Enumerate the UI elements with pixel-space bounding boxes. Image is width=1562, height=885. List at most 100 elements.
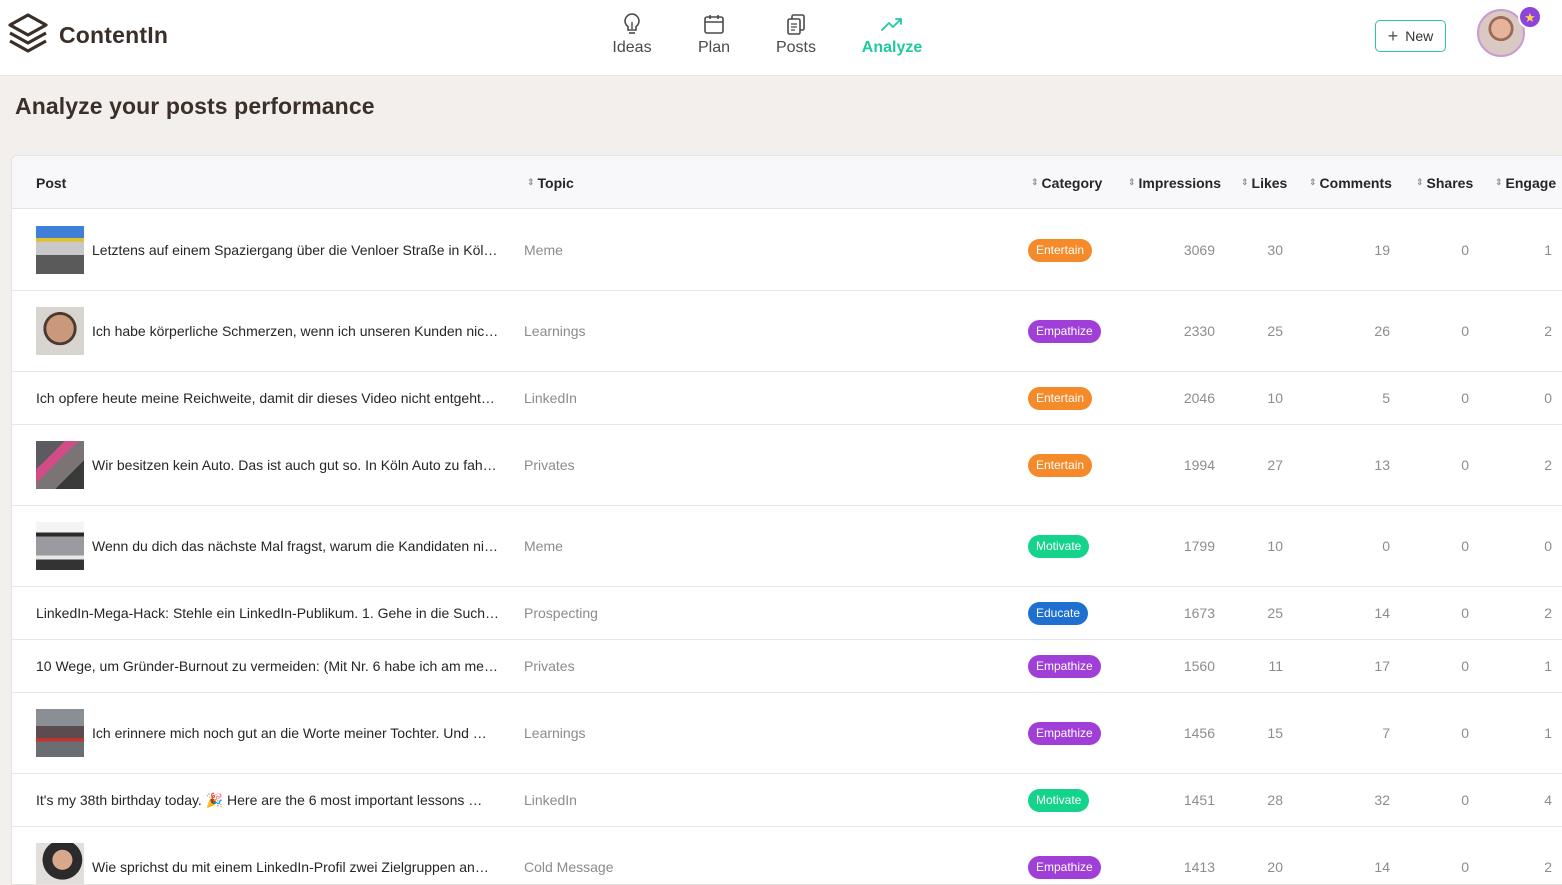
post-thumbnail [36, 441, 84, 489]
documents-icon [785, 12, 807, 36]
impressions-cell: 2330 [1183, 323, 1215, 339]
table-row[interactable]: Wir besitzen kein Auto. Das ist auch gut… [12, 425, 1562, 506]
nav-ideas-label: Ideas [612, 39, 652, 56]
comments-cell: 13 [1374, 457, 1390, 473]
post-text: Wie sprichst du mit einem LinkedIn-Profi… [92, 859, 489, 875]
sort-icon: ⇕ [527, 177, 535, 187]
impressions-cell: 1673 [1183, 605, 1215, 621]
app-logo[interactable]: ContentIn [7, 12, 168, 58]
new-button-label: New [1405, 28, 1434, 44]
nav-plan[interactable]: Plan [674, 12, 754, 62]
category-badge: Empathize [1028, 319, 1101, 343]
column-header-category-label: Category [1041, 174, 1103, 191]
shares-cell: 0 [1461, 390, 1469, 406]
impressions-cell: 1451 [1183, 792, 1215, 808]
nav-analyze-label: Analyze [861, 39, 923, 56]
likes-cell: 30 [1267, 242, 1283, 258]
column-header-impressions[interactable]: ⇕ Impressions [1128, 156, 1221, 209]
category-badge: Entertain [1028, 386, 1093, 410]
nav-posts-label: Posts [775, 39, 816, 56]
post-text: Ich erinnere mich noch gut an die Worte … [92, 725, 487, 741]
topic-cell: LinkedIn [524, 792, 577, 808]
post-text: Letztens auf einem Spaziergang über die … [92, 242, 500, 258]
engagement-cell: 1 [1544, 242, 1552, 258]
category-badge: Entertain [1028, 453, 1093, 477]
sort-icon: ⇕ [1495, 177, 1503, 187]
column-header-likes[interactable]: ⇕ Likes [1241, 156, 1287, 209]
shares-cell: 0 [1461, 658, 1469, 674]
shares-cell: 0 [1461, 605, 1469, 621]
shares-cell: 0 [1461, 859, 1469, 875]
sort-icon: ⇕ [1241, 177, 1249, 187]
topic-cell: Prospecting [524, 605, 598, 621]
impressions-cell: 3069 [1183, 242, 1215, 258]
column-header-topic[interactable]: ⇕ Topic [527, 156, 574, 209]
category-cell: Motivate [1028, 774, 1090, 826]
table-row[interactable]: Ich opfere heute meine Reichweite, damit… [12, 372, 1562, 425]
post-thumbnail [36, 226, 84, 274]
category-cell: Educate [1028, 587, 1089, 639]
table-row[interactable]: LinkedIn-Mega-Hack: Stehle ein LinkedIn-… [12, 587, 1562, 640]
column-header-likes-label: Likes [1251, 174, 1288, 191]
table-row[interactable]: Ich habe körperliche Schmerzen, wenn ich… [12, 291, 1562, 372]
engagement-cell: 2 [1544, 605, 1552, 621]
column-header-post[interactable]: Post [36, 156, 66, 209]
top-bar: ContentIn Ideas Plan Posts Analyze + New… [0, 0, 1562, 76]
table-row[interactable]: Wie sprichst du mit einem LinkedIn-Profi… [12, 827, 1562, 884]
post-cell: It's my 38th birthday today. 🎉 Here are … [36, 774, 482, 826]
lightbulb-icon [622, 12, 642, 36]
table-row[interactable]: 10 Wege, um Gründer-Burnout zu vermeiden… [12, 640, 1562, 693]
engagement-cell: 4 [1544, 792, 1552, 808]
star-icon: ★ [1518, 5, 1542, 29]
sort-icon: ⇕ [1309, 177, 1317, 187]
topic-cell: Privates [524, 457, 575, 473]
post-text: 10 Wege, um Gründer-Burnout zu vermeiden… [36, 658, 500, 674]
topic-cell: Learnings [524, 725, 586, 741]
shares-cell: 0 [1461, 323, 1469, 339]
impressions-cell: 1456 [1183, 725, 1215, 741]
category-badge: Empathize [1028, 855, 1101, 879]
post-cell: Ich habe körperliche Schmerzen, wenn ich… [36, 291, 500, 371]
engagement-cell: 2 [1544, 859, 1552, 875]
column-header-topic-label: Topic [537, 174, 574, 191]
category-badge: Motivate [1028, 534, 1090, 558]
post-thumbnail [36, 709, 84, 757]
category-badge: Empathize [1028, 654, 1101, 678]
column-header-engagement-label: Engage [1505, 174, 1557, 191]
nav-plan-label: Plan [697, 39, 731, 56]
category-badge: Entertain [1028, 238, 1093, 262]
post-cell: 10 Wege, um Gründer-Burnout zu vermeiden… [36, 640, 500, 692]
column-header-shares-label: Shares [1426, 174, 1474, 191]
nav-posts[interactable]: Posts [756, 12, 836, 62]
comments-cell: 0 [1382, 538, 1390, 554]
likes-cell: 25 [1267, 605, 1283, 621]
post-cell: Wir besitzen kein Auto. Das ist auch gut… [36, 425, 500, 505]
column-header-shares[interactable]: ⇕ Shares [1416, 156, 1473, 209]
engagement-cell: 2 [1544, 457, 1552, 473]
post-text: Wir besitzen kein Auto. Das ist auch gut… [92, 457, 500, 473]
column-header-comments[interactable]: ⇕ Comments [1309, 156, 1392, 209]
table-row[interactable]: Wenn du dich das nächste Mal fragst, war… [12, 506, 1562, 587]
nav-analyze[interactable]: Analyze [852, 12, 932, 62]
comments-cell: 17 [1374, 658, 1390, 674]
table-row[interactable]: Letztens auf einem Spaziergang über die … [12, 210, 1562, 291]
engagement-cell: 0 [1544, 390, 1552, 406]
post-text: Ich habe körperliche Schmerzen, wenn ich… [92, 323, 500, 339]
table-row[interactable]: It's my 38th birthday today. 🎉 Here are … [12, 774, 1562, 827]
post-cell: Ich erinnere mich noch gut an die Worte … [36, 693, 487, 773]
column-header-engagement[interactable]: ⇕ Engage [1495, 156, 1556, 209]
topic-cell: Meme [524, 538, 563, 554]
likes-cell: 10 [1267, 538, 1283, 554]
engagement-cell: 2 [1544, 323, 1552, 339]
comments-cell: 14 [1374, 859, 1390, 875]
category-cell: Entertain [1028, 372, 1093, 424]
plus-icon: + [1387, 26, 1399, 46]
table-row[interactable]: Ich erinnere mich noch gut an die Worte … [12, 693, 1562, 774]
post-cell: LinkedIn-Mega-Hack: Stehle ein LinkedIn-… [36, 587, 500, 639]
category-badge: Educate [1028, 601, 1089, 625]
new-button[interactable]: + New [1375, 20, 1446, 52]
post-cell: Wie sprichst du mit einem LinkedIn-Profi… [36, 827, 489, 884]
user-avatar-button[interactable]: ★ [1477, 5, 1542, 59]
nav-ideas[interactable]: Ideas [592, 12, 672, 62]
column-header-category[interactable]: ⇕ Category [1031, 156, 1102, 209]
